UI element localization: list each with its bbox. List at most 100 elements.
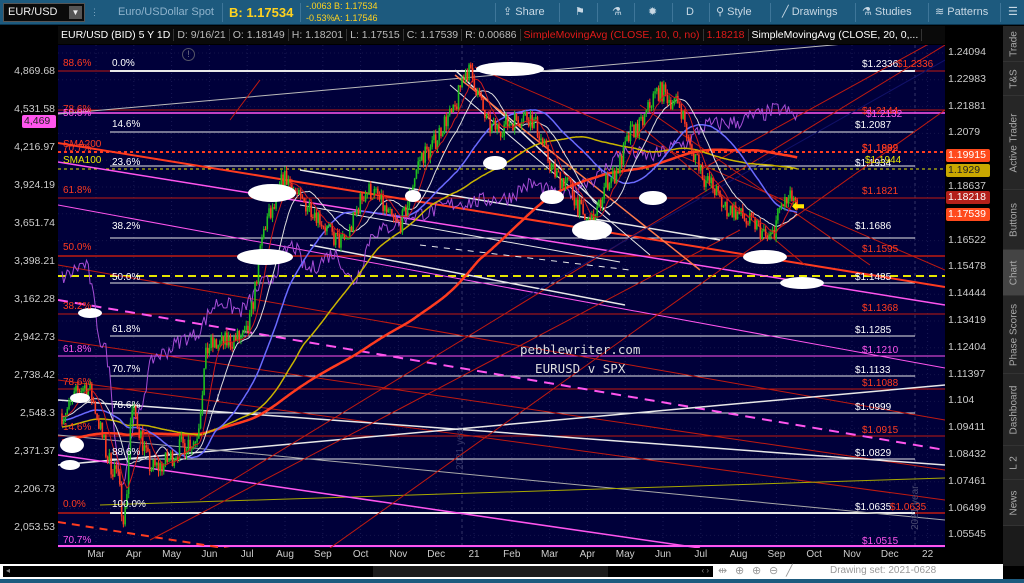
candle-body [219,340,221,346]
side-tab-l-2[interactable]: L 2 [1003,446,1024,480]
candle-body [596,206,598,215]
year-marker: 2021 year [455,425,466,470]
candle-body [750,213,753,216]
highlight-ellipse[interactable] [639,191,667,205]
candle-body [143,445,146,451]
highlight-ellipse[interactable] [237,249,293,265]
highlight-ellipse[interactable] [405,190,421,202]
candle-body [554,163,556,177]
candle-body [305,202,307,212]
fib-price-label: $1.0829 [855,448,892,459]
side-tab-trade[interactable]: Trade [1003,26,1024,62]
time-axis[interactable]: Mar Apr May Jun Jul Aug Sep Oct Nov Dec 21 Feb Mar Ap… [58,548,945,563]
candle-body [613,170,616,184]
candle-body [382,194,384,211]
fib-price-label: $1.2336 [897,59,934,70]
price-tag: 1.19915 [946,149,990,162]
candle-body [684,110,686,124]
candle-body [705,180,707,187]
scroll-left-icon[interactable]: ◂ [6,566,10,575]
candle-body [392,215,395,218]
candle-body [312,217,314,219]
candle-body [778,208,781,210]
candle-body [447,115,449,127]
candle-body [606,175,609,190]
candle-body [434,134,437,149]
candle-body [524,112,527,116]
candle-body [726,201,728,217]
crosshair-icon[interactable]: ⊕ [735,564,744,577]
candle-body [154,459,156,466]
side-tab-t-s[interactable]: T&S [1003,62,1024,96]
candle-body [515,113,518,120]
candle-body [629,125,632,142]
candle-body [624,141,627,145]
side-tab-news[interactable]: News [1003,480,1024,526]
candle-body [227,336,230,346]
scrollbar-thumb[interactable] [373,566,608,577]
side-tab-dashboard[interactable]: Dashboard [1003,374,1024,446]
zoom-out-icon[interactable]: ⊖ [769,564,778,577]
eurusd-price-axis[interactable]: 1.240941.229831.218811.20791.197051.1863… [945,26,1002,548]
candle-body [691,144,693,152]
candle-body [640,116,642,119]
side-tab-chart[interactable]: Chart [1003,250,1024,296]
highlight-ellipse[interactable] [743,250,787,264]
candle-body [633,124,635,138]
candle-body [647,102,649,111]
highlight-ellipse[interactable] [572,220,612,240]
side-tab-label: T&S [1008,68,1019,89]
candle-body [680,107,683,119]
scrollbar[interactable]: ◂ ‹ › [3,566,713,577]
zoom-in-icon[interactable]: ⊕ [752,564,761,577]
side-tab-buttons[interactable]: Buttons [1003,190,1024,250]
highlight-ellipse[interactable] [60,437,84,453]
time-axis-label: Dec [427,549,446,560]
candle-body [92,400,95,403]
highlight-ellipse[interactable] [70,393,90,403]
candle-body [780,204,783,209]
highlight-ellipse[interactable] [60,460,80,470]
fib-price-label: $1.2087 [855,120,892,131]
side-tab-label: Phase Scores [1008,303,1019,366]
side-tab-phase-scores[interactable]: Phase Scores [1003,296,1024,374]
candle-body [473,78,476,91]
candle-body [727,213,730,217]
candle-body [96,413,98,420]
candle-body [426,146,428,150]
drawing-set-label[interactable]: Drawing set: 2021-0628 [830,565,936,576]
highlight-ellipse[interactable] [483,156,507,170]
fib-level-label: 70.7% [63,143,92,154]
candle-body [475,90,477,95]
fib-price-label: $1.1088 [862,378,899,389]
draw-line-icon[interactable]: ╱ [786,564,793,577]
candle-body [703,179,705,187]
highlight-ellipse[interactable] [248,184,296,202]
pan-icon[interactable]: ⇹ [718,564,727,577]
candle-body [203,368,205,396]
highlight-ellipse[interactable] [780,277,824,289]
spx-price-axis[interactable]: 4,869.68 4,531.58 4,216.97 3,924.19 3,651.74… [0,45,58,548]
candle-body [459,85,462,88]
candle-body [566,177,569,181]
candle-body [463,78,465,80]
candle-body [427,149,430,159]
alert-icon[interactable]: ! [182,48,195,61]
price-chart[interactable] [0,0,1024,583]
candle-body [315,212,318,223]
candle-body [652,93,655,107]
side-tab-active-trader[interactable]: Active Trader [1003,96,1024,190]
candle-body [555,171,558,177]
candle-body [248,313,251,332]
scroll-right-icon[interactable]: ‹ › [701,566,709,575]
highlight-ellipse[interactable] [540,190,564,204]
current-price-arrow-icon: ⬅ [792,198,805,215]
fib-level-label: 38.2% [112,221,141,232]
eurusd-axis-label: 1.21881 [948,99,986,112]
highlight-ellipse[interactable] [476,62,544,76]
eurusd-axis-label: 1.06499 [948,501,986,514]
candle-body [206,347,209,354]
candle-body [433,134,435,141]
candle-body [659,82,662,102]
candle-body [201,395,204,414]
